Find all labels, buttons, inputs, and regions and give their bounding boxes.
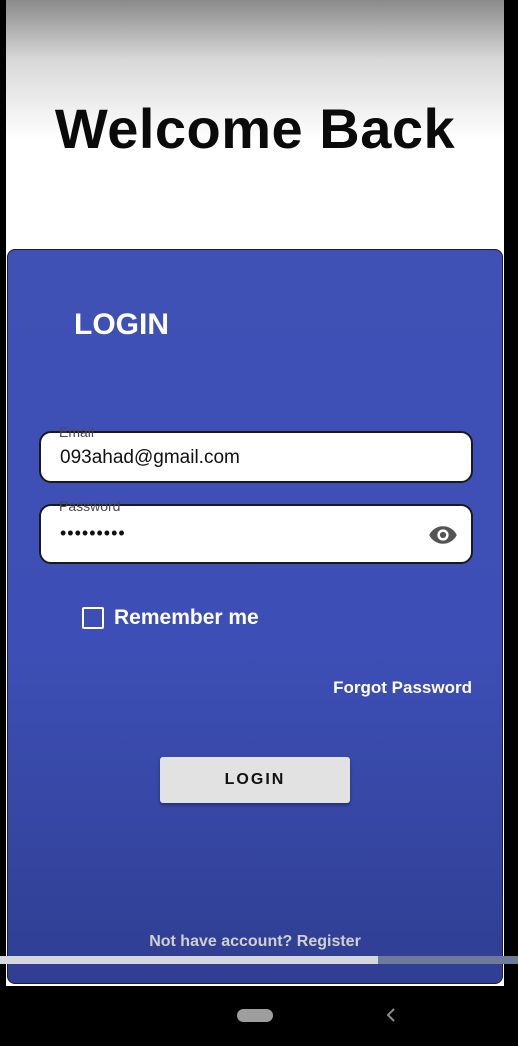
remember-me-row[interactable]: Remember me [82,606,259,630]
app-screen: Welcome Back LOGIN 093ahad@gmail.com Ema… [6,0,504,986]
welcome-heading: Welcome Back [54,97,456,160]
login-card: LOGIN 093ahad@gmail.com Email ••••••••• … [7,249,503,984]
home-pill-icon[interactable] [237,1009,273,1022]
system-navigation-bar [0,986,518,1046]
eye-icon[interactable] [427,520,459,550]
back-arrow-icon[interactable] [384,1005,398,1025]
progress-bar [0,956,518,964]
login-button[interactable]: LOGIN [160,757,350,803]
email-field[interactable]: 093ahad@gmail.com [39,431,473,483]
email-value: 093ahad@gmail.com [60,447,240,468]
login-title: LOGIN [74,308,169,341]
password-label: Password [59,498,121,514]
forgot-password-link[interactable]: Forgot Password [333,678,472,698]
email-label: Email [59,424,95,440]
progress-fill [0,956,379,964]
register-link[interactable]: Not have account? Register [8,933,502,951]
password-value: ••••••••• [60,523,126,543]
remember-me-checkbox[interactable] [82,607,104,629]
remember-me-label: Remember me [114,606,259,629]
